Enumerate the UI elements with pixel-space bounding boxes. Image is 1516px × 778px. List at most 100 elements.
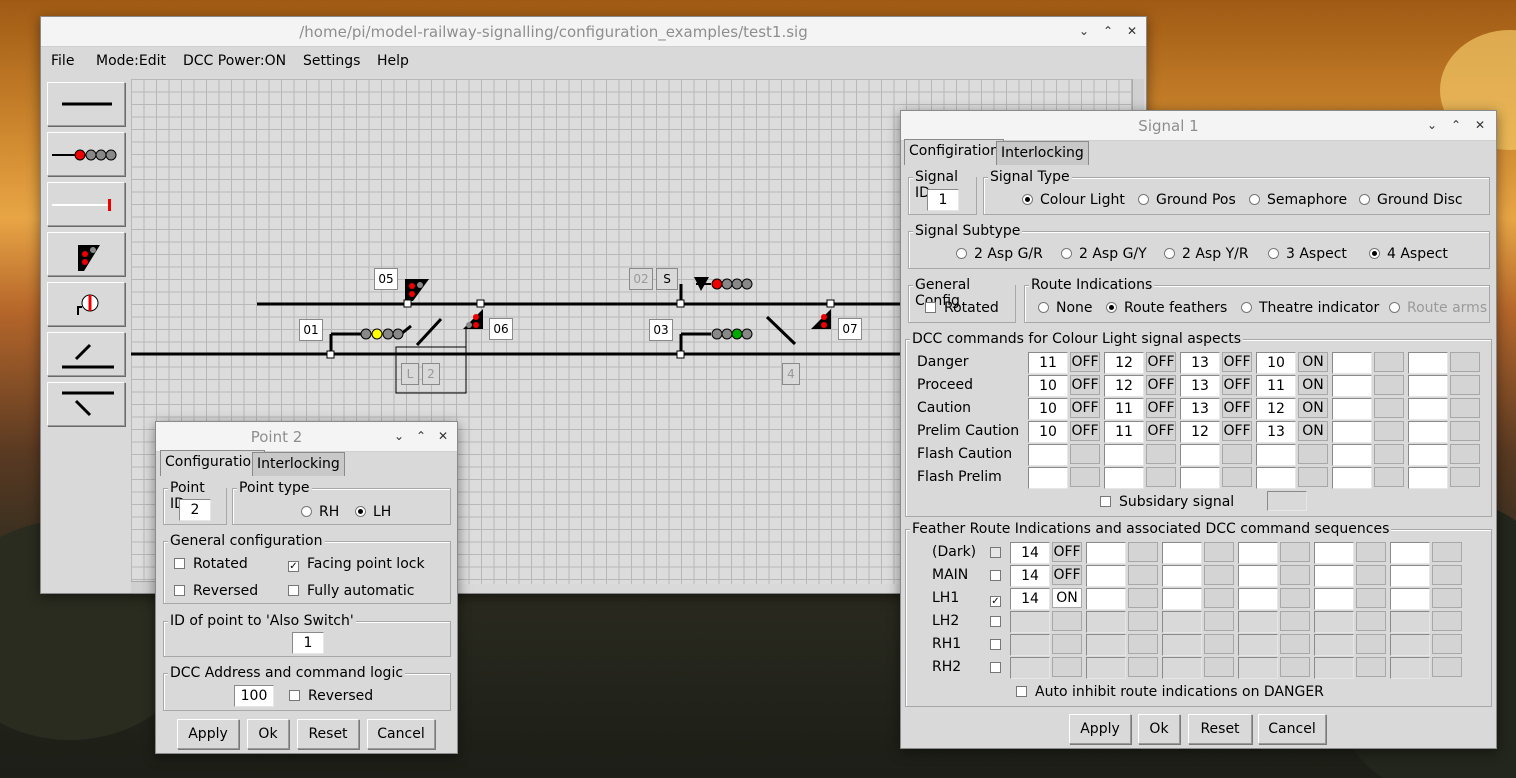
dcc-state-toggle[interactable] (1222, 467, 1252, 487)
dcc-state-toggle[interactable] (1450, 375, 1480, 395)
dcc-state-toggle[interactable] (1128, 565, 1158, 585)
subtype-radio-4[interactable]: 4 Aspect (1369, 246, 1448, 262)
point-type-lh-radio[interactable]: LH (355, 504, 391, 520)
dcc-state-toggle[interactable] (1374, 421, 1404, 441)
dcc-address-field[interactable] (1104, 444, 1144, 466)
dcc-address-field[interactable] (1180, 467, 1220, 489)
dcc-address-field[interactable]: 13 (1180, 352, 1220, 374)
menu-mode[interactable]: Mode:Edit (96, 53, 166, 69)
dcc-address-field[interactable] (1332, 467, 1372, 489)
dcc-address-field[interactable] (1314, 657, 1354, 679)
dcc-address-field[interactable] (1238, 565, 1278, 587)
dcc-state-toggle[interactable] (1128, 542, 1158, 562)
signal-type-radio-3[interactable]: Ground Disc (1359, 192, 1463, 208)
dcc-state-toggle[interactable] (1052, 634, 1082, 654)
dcc-state-toggle[interactable] (1432, 611, 1462, 631)
dcc-state-toggle[interactable] (1280, 542, 1310, 562)
dcc-address-field[interactable]: 11 (1104, 421, 1144, 443)
dcc-address-field[interactable] (1408, 421, 1448, 443)
signal-type-radio-0[interactable]: Colour Light (1022, 192, 1125, 208)
dcc-state-toggle[interactable]: OFF (1146, 352, 1176, 372)
dcc-address-field[interactable] (1238, 657, 1278, 679)
dcc-address-field[interactable] (1390, 611, 1430, 633)
dcc-state-toggle[interactable]: ON (1298, 352, 1328, 372)
dcc-address-field[interactable]: 10 (1028, 398, 1068, 420)
dcc-state-toggle[interactable] (1432, 588, 1462, 608)
dcc-address-field[interactable] (1314, 565, 1354, 587)
point-03-label[interactable]: 03 (649, 319, 673, 341)
dcc-address-field[interactable] (1086, 657, 1126, 679)
dcc-state-toggle[interactable] (1204, 588, 1234, 608)
dcc-address-field[interactable] (1086, 588, 1126, 610)
dcc-address-field[interactable] (1238, 634, 1278, 656)
dcc-state-toggle[interactable] (1450, 352, 1480, 372)
dcc-address-field[interactable]: 10 (1028, 421, 1068, 443)
dcc-state-toggle[interactable] (1356, 634, 1386, 654)
cancel-button[interactable]: Cancel (1258, 714, 1326, 744)
dcc-state-toggle[interactable]: ON (1052, 588, 1082, 608)
dcc-address-field[interactable] (1104, 467, 1144, 489)
dcc-address-field[interactable] (1162, 588, 1202, 610)
dcc-state-toggle[interactable] (1356, 657, 1386, 677)
dcc-state-toggle[interactable] (1280, 657, 1310, 677)
tab-configuration[interactable]: Configiration (904, 139, 1004, 165)
dcc-address-field[interactable]: 12 (1104, 352, 1144, 374)
reversed-checkbox[interactable]: Reversed (174, 583, 258, 599)
dcc-state-toggle[interactable]: OFF (1052, 542, 1082, 562)
close-icon[interactable]: ✕ (435, 428, 451, 444)
feather-route-checkbox[interactable] (990, 568, 1009, 584)
dcc-address-field[interactable] (1238, 542, 1278, 564)
dcc-state-toggle[interactable] (1052, 611, 1082, 631)
dcc-state-toggle[interactable] (1070, 467, 1100, 487)
route-ind-radio-3[interactable]: Route arms (1389, 300, 1487, 316)
signal-07-label[interactable]: 07 (838, 318, 862, 340)
left-hand-point-tool-button[interactable] (47, 382, 125, 426)
feather-route-checkbox[interactable] (990, 637, 1009, 653)
subtype-radio-0[interactable]: 2 Asp G/R (956, 246, 1043, 262)
dcc-address-field[interactable]: 13 (1180, 375, 1220, 397)
line-tool-button[interactable] (47, 82, 125, 126)
dcc-state-toggle[interactable]: OFF (1052, 565, 1082, 585)
dcc-state-toggle[interactable] (1432, 565, 1462, 585)
dcc-address-field[interactable] (1408, 352, 1448, 374)
dcc-address-field[interactable] (1332, 352, 1372, 374)
signal-type-radio-2[interactable]: Semaphore (1249, 192, 1347, 208)
dcc-state-toggle[interactable]: OFF (1222, 421, 1252, 441)
point-type-rh-radio[interactable]: RH (301, 504, 339, 520)
dcc-address-field[interactable] (1162, 542, 1202, 564)
minimize-icon[interactable]: ⌄ (391, 428, 407, 444)
dcc-address-field[interactable] (1162, 565, 1202, 587)
dcc-address-field[interactable] (1238, 611, 1278, 633)
dcc-address-field[interactable] (1408, 398, 1448, 420)
dcc-state-toggle[interactable] (1298, 467, 1328, 487)
dcc-state-toggle[interactable] (1374, 352, 1404, 372)
feather-route-checkbox[interactable] (990, 660, 1009, 676)
menu-settings[interactable]: Settings (303, 53, 360, 69)
colour-light-signal-tool-button[interactable] (47, 132, 125, 176)
dcc-address-field[interactable] (1010, 634, 1050, 656)
dcc-state-toggle[interactable] (1204, 565, 1234, 585)
dcc-address-field[interactable] (1086, 565, 1126, 587)
dcc-state-toggle[interactable] (1298, 444, 1328, 464)
dcc-address-field[interactable]: 12 (1104, 375, 1144, 397)
dcc-address-field[interactable]: 14 (1010, 565, 1050, 587)
route-ind-radio-0[interactable]: None (1038, 300, 1093, 316)
signal-type-radio-1[interactable]: Ground Pos (1138, 192, 1236, 208)
point-id-field[interactable]: 2 (179, 499, 211, 521)
dcc-state-toggle[interactable] (1450, 467, 1480, 487)
dcc-address-field[interactable] (1010, 657, 1050, 679)
dcc-address-field[interactable] (1256, 467, 1296, 489)
feather-route-checkbox[interactable] (990, 614, 1009, 630)
dcc-state-toggle[interactable] (1356, 565, 1386, 585)
item-4-label[interactable]: 4 (782, 363, 800, 385)
menu-dcc-power[interactable]: DCC Power:ON (183, 53, 286, 69)
dcc-address-field[interactable] (1180, 444, 1220, 466)
dcc-address-field[interactable] (1332, 398, 1372, 420)
subsidiary-dcc-field[interactable] (1267, 491, 1307, 511)
dcc-state-toggle[interactable] (1356, 588, 1386, 608)
item-02-label[interactable]: 02 (629, 268, 653, 290)
facing-point-lock-checkbox[interactable]: ✓ Facing point lock (288, 556, 425, 572)
minimize-icon[interactable]: ⌄ (1076, 23, 1092, 39)
dcc-address-field[interactable] (1256, 444, 1296, 466)
dcc-address-field[interactable] (1028, 444, 1068, 466)
